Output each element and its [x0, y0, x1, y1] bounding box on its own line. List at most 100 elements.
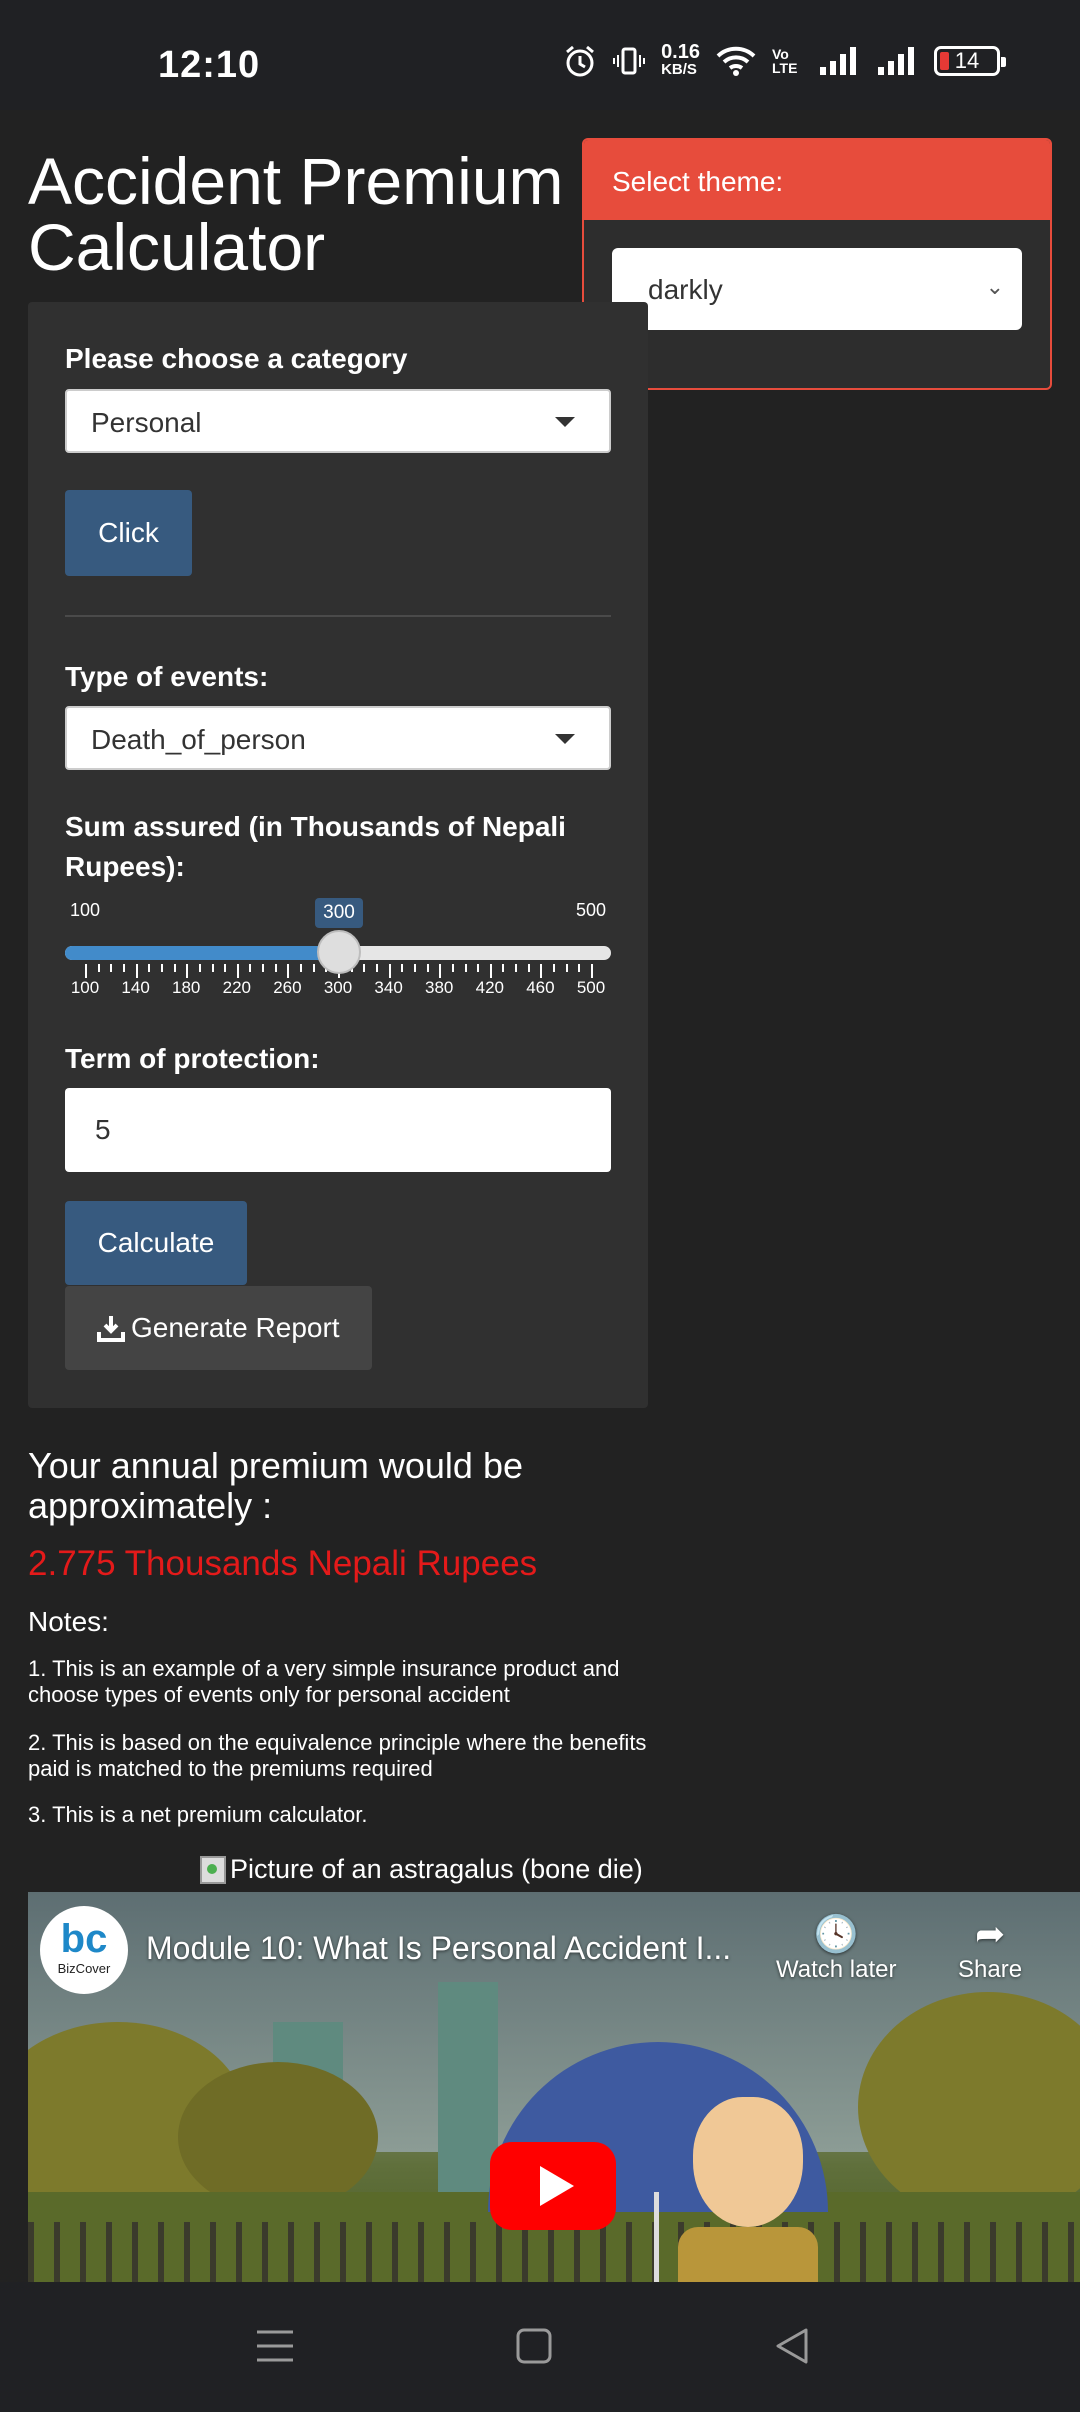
slider-tick — [401, 964, 404, 972]
watch-later-label: Watch later — [776, 1956, 897, 1983]
theme-select[interactable]: darkly ⌄ — [612, 248, 1022, 330]
navigation-bar — [0, 2282, 1080, 2412]
slider-tick — [477, 964, 480, 972]
slider-tick-label: 460 — [526, 978, 555, 997]
slider-tick — [224, 964, 227, 972]
sum-slider[interactable]: 100 500 300 100 140 180 220 260 300 340 380 420 4… — [65, 890, 611, 1000]
net-speed: 0.16 KB/S — [661, 41, 700, 78]
slider-tick — [236, 964, 239, 978]
astragalus-image: Picture of an astragalus (bone die) — [200, 1854, 643, 1885]
slider-tick — [186, 964, 189, 978]
slider-tick — [363, 964, 366, 972]
caret-down-icon — [555, 417, 575, 427]
thumbnail-building — [438, 1982, 498, 2192]
calculate-button[interactable]: Calculate — [65, 1201, 247, 1285]
status-bar: 12:10 0.16 KB/S Vo LTE 14 — [0, 0, 1080, 110]
home-icon[interactable] — [515, 2326, 553, 2366]
events-select[interactable]: Death_of_person — [65, 706, 611, 770]
back-icon[interactable] — [772, 2326, 812, 2366]
slider-fill — [65, 946, 339, 960]
slider-tick — [312, 964, 315, 972]
generate-report-label: Generate Report — [131, 1312, 340, 1343]
status-time: 12:10 — [158, 44, 261, 86]
slider-tick — [489, 964, 492, 978]
slider-tick-label: 220 — [222, 978, 251, 997]
slider-tick — [97, 964, 100, 972]
menu-icon[interactable] — [255, 2326, 295, 2366]
slider-tick — [148, 964, 151, 972]
thumbnail-fence — [28, 2222, 1080, 2282]
theme-selected: darkly — [648, 274, 723, 305]
slider-tick — [515, 964, 518, 972]
battery-icon: 14 — [934, 46, 1006, 76]
slider-tick-label: 100 — [70, 978, 100, 997]
page-title: Accident Premium Calculator — [28, 144, 564, 284]
share-icon: ➦ — [974, 1913, 1006, 1954]
slider-tick — [439, 964, 442, 978]
channel-logo[interactable]: bc BizCover — [40, 1906, 128, 1994]
slider-tick-label: 300 — [323, 978, 353, 997]
slider-tick — [553, 964, 556, 972]
slider-tick — [464, 964, 467, 972]
slider-tick — [502, 964, 505, 972]
share-button[interactable]: ➦ Share — [958, 1912, 1022, 1984]
slider-tick-labels: 100 140 180 220 260 300 340 380 420 460 500 — [65, 978, 611, 1002]
watch-later-button[interactable]: 🕓 Watch later — [776, 1912, 896, 1984]
slider-max-label: 500 — [575, 900, 606, 920]
play-button[interactable] — [490, 2142, 616, 2230]
thumbnail-umbrella-pole — [654, 2192, 659, 2282]
slider-tick — [375, 964, 378, 972]
thumbnail-tree — [178, 2062, 378, 2212]
sum-label: Sum assured (in Thousands of Nepali Rupe… — [65, 811, 566, 882]
video-embed[interactable]: bc BizCover Module 10: What Is Personal … — [28, 1892, 1080, 2282]
slider-tick — [591, 964, 593, 978]
broken-image-icon — [200, 1855, 226, 1884]
events-value: Death_of_person — [91, 724, 306, 755]
slider-tick — [110, 964, 113, 972]
slider-tick — [426, 964, 429, 972]
image-alt-text: Picture of an astragalus (bone die) — [230, 1854, 643, 1884]
signal-icon — [820, 47, 856, 75]
slider-tick-label: 500 — [576, 978, 606, 997]
slider-tick — [413, 964, 416, 972]
note-item: 1. This is an example of a very simple i… — [28, 1656, 620, 1707]
channel-logo-mark: bc — [60, 1917, 108, 1961]
slider-tick — [249, 964, 252, 972]
slider-tick-label: 140 — [121, 978, 150, 997]
slider-tick-label: 420 — [475, 978, 504, 997]
note-item: 3. This is a net premium calculator. — [28, 1802, 368, 1827]
net-speed-unit: KB/S — [661, 61, 697, 78]
slider-tick — [300, 964, 303, 972]
slider-tick — [85, 964, 87, 978]
slider-tick — [540, 964, 543, 978]
slider-tick — [160, 964, 163, 972]
slider-tick — [198, 964, 201, 972]
vibrate-icon — [613, 47, 646, 75]
slider-tick-label: 180 — [172, 978, 201, 997]
slider-tick — [287, 964, 290, 978]
download-icon — [97, 1316, 125, 1342]
status-icons: 0.16 KB/S Vo LTE 14 — [563, 41, 1006, 78]
premium-value: 2.775 Thousands Nepali Rupees — [28, 1544, 538, 1583]
video-title[interactable]: Module 10: What Is Personal Accident I..… — [146, 1930, 731, 1967]
slider-handle[interactable] — [317, 930, 361, 974]
slider-tick — [578, 964, 581, 972]
wifi-icon — [716, 46, 756, 76]
generate-report-button[interactable]: Generate Report — [65, 1286, 372, 1370]
category-select[interactable]: Personal — [65, 389, 611, 453]
net-speed-value: 0.16 — [661, 41, 700, 63]
term-label: Term of protection: — [65, 1043, 320, 1074]
slider-tick — [122, 964, 125, 972]
caret-down-icon — [555, 734, 575, 744]
term-value: 5 — [95, 1114, 111, 1145]
slider-tick — [527, 964, 530, 972]
events-label: Type of events: — [65, 661, 269, 692]
divider — [65, 615, 611, 617]
category-value: Personal — [91, 407, 202, 438]
slider-tick-label: 340 — [374, 978, 403, 997]
category-label: Please choose a category — [65, 343, 408, 374]
slider-tick — [173, 964, 176, 972]
channel-name: BizCover — [57, 1961, 111, 1976]
click-button[interactable]: Click — [65, 490, 192, 576]
term-input[interactable]: 5 — [65, 1088, 611, 1172]
